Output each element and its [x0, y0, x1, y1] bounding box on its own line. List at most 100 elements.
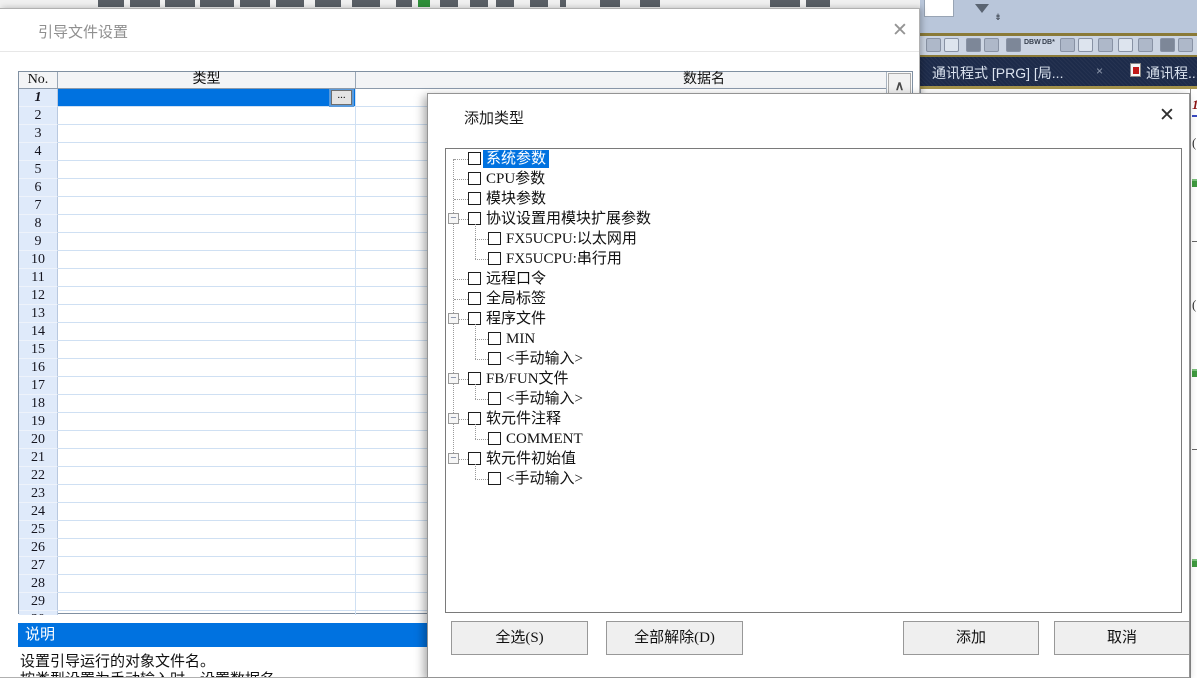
tree-item-label[interactable]: 程序文件 [483, 310, 549, 328]
type-cell[interactable] [58, 305, 356, 323]
type-cell[interactable] [58, 359, 356, 377]
type-cell[interactable] [58, 215, 356, 233]
type-cell[interactable] [58, 107, 356, 125]
type-checkbox[interactable] [488, 332, 501, 345]
toolbar-icon[interactable] [1078, 38, 1093, 52]
tree-item[interactable]: − 协议设置用模块扩展参数 [446, 209, 1181, 229]
type-checkbox[interactable] [468, 192, 481, 205]
type-checkbox[interactable] [468, 292, 481, 305]
type-cell[interactable] [58, 269, 356, 287]
tree-item-label[interactable]: FX5UCPU:串行用 [503, 250, 625, 268]
type-cell[interactable] [58, 539, 356, 557]
type-cell[interactable] [58, 503, 356, 521]
tree-item-label[interactable]: 协议设置用模块扩展参数 [483, 210, 654, 228]
expand-minus-icon[interactable]: − [448, 453, 459, 464]
toolbar-icon[interactable] [1006, 38, 1021, 52]
type-cell[interactable] [58, 449, 356, 467]
type-checkbox[interactable] [488, 472, 501, 485]
type-cell[interactable] [58, 467, 356, 485]
tree-item-label[interactable]: 远程口令 [483, 270, 549, 288]
toolbar-icon[interactable] [966, 38, 981, 52]
expand-minus-icon[interactable]: − [448, 213, 459, 224]
type-cell[interactable] [58, 521, 356, 539]
tree-item-label[interactable]: <手动输入> [503, 390, 586, 408]
toolbar-icon[interactable] [1160, 38, 1175, 52]
tree-item-label[interactable]: CPU参数 [483, 170, 548, 188]
tree-item[interactable]: COMMENT [446, 429, 1181, 449]
type-cell[interactable] [58, 593, 356, 611]
toolbar-icon[interactable] [1138, 38, 1153, 52]
type-cell[interactable] [58, 377, 356, 395]
tree-item-label[interactable]: COMMENT [503, 430, 586, 448]
tree-item[interactable]: 全局标签 [446, 289, 1181, 309]
select-all-button[interactable]: 全选(S) [451, 621, 588, 655]
close-icon[interactable]: ✕ [885, 17, 915, 45]
deselect-all-button[interactable]: 全部解除(D) [606, 621, 743, 655]
tree-item[interactable]: − 程序文件 [446, 309, 1181, 329]
tree-item[interactable]: −软元件注释 [446, 409, 1181, 429]
tab-communication-program[interactable]: 通讯程式 [PRG] [局... [932, 63, 1063, 83]
tree-item-label[interactable]: MIN [503, 330, 538, 348]
expand-minus-icon[interactable]: − [448, 373, 459, 384]
tree-item-label[interactable]: 模块参数 [483, 190, 549, 208]
toolbar-overflow-icon[interactable]: ⇟ [993, 15, 1003, 26]
type-cell[interactable] [58, 341, 356, 359]
tree-item[interactable]: 远程口令 [446, 269, 1181, 289]
type-checkbox[interactable] [488, 232, 501, 245]
type-checkbox[interactable] [488, 352, 501, 365]
type-checkbox[interactable] [488, 432, 501, 445]
toolbar-icon[interactable] [1098, 38, 1113, 52]
type-cell[interactable] [58, 485, 356, 503]
add-button[interactable]: 添加 [903, 621, 1039, 655]
type-checkbox[interactable] [468, 172, 481, 185]
tab-close-icon[interactable]: × [1096, 64, 1103, 78]
tree-item[interactable]: 模块参数 [446, 189, 1181, 209]
type-cell[interactable] [58, 431, 356, 449]
type-cell[interactable] [58, 575, 356, 593]
type-cell[interactable] [58, 233, 356, 251]
tree-item[interactable]: CPU参数 [446, 169, 1181, 189]
tree-item-label[interactable]: 全局标签 [483, 290, 549, 308]
tree-item-label[interactable]: <手动输入> [503, 470, 586, 488]
type-cell[interactable] [58, 125, 356, 143]
tree-item[interactable]: − FB/FUN文件 [446, 369, 1181, 389]
expand-minus-icon[interactable]: − [448, 313, 459, 324]
dropdown-arrow-icon[interactable] [975, 4, 989, 13]
toolbar-icon[interactable] [1118, 38, 1133, 52]
type-cell[interactable] [58, 179, 356, 197]
tree-item-label[interactable]: <手动输入> [503, 350, 586, 368]
type-cell[interactable] [58, 197, 356, 215]
toolbar-icon[interactable] [1060, 38, 1075, 52]
tree-item-label[interactable]: FX5UCPU:以太网用 [503, 230, 640, 248]
tab-communication-program-2[interactable]: 通讯程... [1146, 63, 1197, 83]
type-cell[interactable] [58, 251, 356, 269]
type-cell[interactable]: ... [58, 89, 356, 107]
type-cell[interactable] [58, 323, 356, 341]
tree-item[interactable]: FX5UCPU:串行用 [446, 249, 1181, 269]
toolbar-icon[interactable] [926, 38, 941, 52]
type-cell[interactable] [58, 611, 356, 615]
tree-item[interactable]: FX5UCPU:以太网用 [446, 229, 1181, 249]
tree-item-label[interactable]: 软元件初始值 [483, 450, 579, 468]
tree-item[interactable]: MIN [446, 329, 1181, 349]
tree-item[interactable]: <手动输入> [446, 469, 1181, 489]
toolbar-icon[interactable] [1178, 38, 1193, 52]
close-icon[interactable]: ✕ [1152, 102, 1182, 130]
expand-minus-icon[interactable]: − [448, 413, 459, 424]
type-cell[interactable] [58, 557, 356, 575]
browse-type-button[interactable]: ... [331, 90, 352, 105]
toolbar-icon[interactable] [984, 38, 999, 52]
tree-item[interactable]: <手动输入> [446, 349, 1181, 369]
tree-item[interactable]: 系统参数 [446, 149, 1181, 169]
cancel-button[interactable]: 取消 [1054, 621, 1190, 655]
tree-item[interactable]: <手动输入> [446, 389, 1181, 409]
type-cell[interactable] [58, 395, 356, 413]
type-checkbox[interactable] [468, 152, 481, 165]
tree-item-label[interactable]: FB/FUN文件 [483, 370, 572, 388]
type-cell[interactable] [58, 143, 356, 161]
tree-item[interactable]: − 软元件初始值 [446, 449, 1181, 469]
toolbar-icon[interactable] [944, 38, 959, 52]
type-cell[interactable] [58, 287, 356, 305]
type-checkbox[interactable] [488, 392, 501, 405]
type-checkbox[interactable] [468, 272, 481, 285]
